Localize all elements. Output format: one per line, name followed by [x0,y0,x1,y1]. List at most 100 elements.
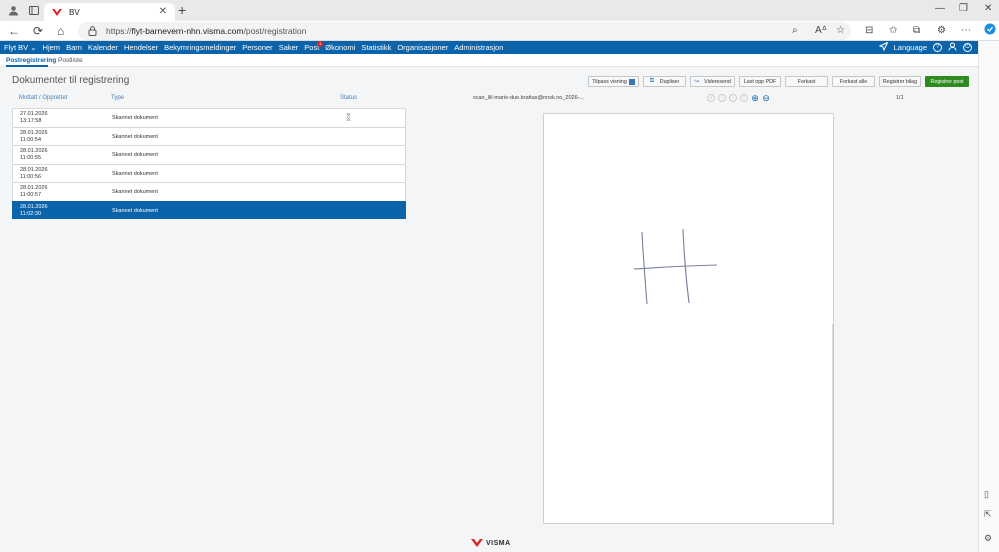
table-row[interactable]: 28.01.2026 11:00:55 Skannet dokument [12,145,406,164]
next-page-icon[interactable]: › [729,94,737,102]
forkast-alle-button[interactable]: Forkast alle [832,76,875,87]
document-filename: scan_lill-marie-due.brattas@nnsk.no_2026… [473,95,585,101]
tilpass-label: Tilpass visning [592,78,627,85]
tilpass-visning-button[interactable]: Tilpass visning [588,76,639,87]
nav-hendelser[interactable]: Hendelser [121,43,161,52]
dupliser-button[interactable]: ⧉ Dupliser [643,76,686,87]
row-date: 28.01.2026 [20,203,48,210]
collections-icon[interactable]: ⧉ [913,25,920,36]
browser-sidebar: ▯ ⇱ ⚙ [978,41,999,552]
table-row[interactable]: 27.01.2026 13:17:58 Skannet dokument [12,108,406,127]
zoom-in-icon[interactable]: ⊕ [751,94,759,103]
page-title: Dokumenter til registrering [12,75,130,86]
home-icon[interactable]: ⌂ [57,24,64,38]
back-icon[interactable]: ← [8,24,20,38]
rocket-icon[interactable] [878,41,889,53]
favorite-star-icon[interactable]: ☆ [836,25,845,36]
close-tab-icon[interactable]: ✕ [159,6,167,17]
lock-icon[interactable] [88,26,98,36]
registrer-bilag-label: Registrer bilag [882,78,918,85]
more-menu-icon[interactable]: ⋯ [961,25,971,36]
nav-saker[interactable]: Saker [276,43,302,52]
table-row[interactable]: 28.01.2026 11:00:54 Skannet dokument [12,126,406,145]
column-header-type[interactable]: Type [111,95,124,101]
forkast-button[interactable]: Forkast [785,76,828,87]
user-icon[interactable] [948,42,957,53]
first-page-icon[interactable]: « [707,94,715,102]
tab-postliste[interactable]: Postliste [58,57,83,64]
visma-logo: VISMA [471,539,511,547]
registrer-post-button[interactable]: Registrer post [925,76,969,87]
maximize-button[interactable]: ❐ [959,3,968,14]
help-icon[interactable]: ? [933,43,942,52]
reload-icon[interactable]: ⟳ [33,24,43,38]
sidebar-settings-icon[interactable]: ⚙ [984,533,992,544]
zoom-icon[interactable]: ⌕ [792,25,798,36]
extensions-icon[interactable]: ⚙ [937,25,946,36]
nav-hjem[interactable]: Hjem [40,43,64,52]
row-type: Skannet dokument [112,189,158,195]
nav-kalender[interactable]: Kalender [85,43,121,52]
row-type: Skannet dokument [112,152,158,158]
forkast-label: Forkast [797,78,816,85]
prev-page-icon[interactable]: ‹ [718,94,726,102]
last-page-icon[interactable]: » [740,94,748,102]
power-icon[interactable]: ⏻ [963,43,972,52]
copilot-icon[interactable] [984,23,996,38]
tab-postregistrering[interactable]: Postregistrering [6,57,56,64]
nav-statistikk[interactable]: Statistikk [358,43,394,52]
videresend-button[interactable]: ↪ Videresend [690,76,735,87]
row-time: 11:00:57 [20,192,42,198]
row-time: 11:02:30 [20,210,42,217]
column-header-mottatt[interactable]: Mottatt / Opprettet [19,95,67,101]
document-preview[interactable] [543,113,834,525]
registrer-post-label: Registrer post [930,78,964,85]
close-window-button[interactable]: ✕ [984,3,992,14]
browser-tab[interactable]: BV ✕ [44,3,175,21]
sub-nav: Postregistrering Postliste [0,54,978,67]
url-host: flyt-barnevern-nhn.visma.com [131,26,244,36]
nav-post[interactable]: Post 1 [301,41,324,52]
language-button[interactable]: Language [894,43,927,52]
minimize-button[interactable]: — [935,3,945,14]
active-tab-underline [6,65,48,67]
favorites-icon[interactable]: ✩ [889,25,897,36]
row-date: 28.01.2026 [20,185,48,191]
visma-wordmark: VISMA [486,539,511,547]
product-menu[interactable]: Flyt BV ⌄ [0,43,40,52]
row-date: 27.01.2026 [20,111,48,117]
table-row[interactable]: 28.01.2026 11:00:56 Skannet dokument [12,163,406,182]
nav-organisasjoner[interactable]: Organisasjoner [394,43,451,52]
registrer-bilag-button[interactable]: Registrer bilag [879,76,921,87]
nav-barn[interactable]: Barn [63,43,85,52]
row-time: 11:00:54 [20,136,42,143]
last-opp-pdf-button[interactable]: Last opp PDF [739,76,781,87]
nav-okonomi[interactable]: Økonomi [322,43,358,52]
row-type: Skannet dokument [112,170,158,177]
address-bar-row: ← ⟳ ⌂ https://flyt-barnevern-nhn.visma.c… [0,21,999,41]
app-nav-bar: Flyt BV ⌄ Hjem Barn Kalender Hendelser B… [0,41,978,54]
profile-icon[interactable] [6,4,20,17]
table-row-selected[interactable]: 28.01.2026 11:02:30 Skannet dokument [12,200,406,219]
nav-bekymringsmeldinger[interactable]: Bekymringsmeldinger [161,43,239,52]
table-row[interactable]: 28.01.2026 11:00:57 Skannet dokument [12,182,406,201]
url-path: /post/registration [243,26,307,36]
last-opp-label: Last opp PDF [743,78,777,85]
document-list: 27.01.2026 13:17:58 Skannet dokument 28.0… [12,108,406,219]
column-header-status[interactable]: Status [340,95,357,101]
hourglass-icon [346,113,351,121]
read-aloud-icon[interactable]: Aᐞ [815,25,827,36]
split-screen-icon[interactable]: ⊟ [865,25,873,36]
row-time: 11:00:56 [20,173,42,180]
nav-personer[interactable]: Personer [239,43,275,52]
zoom-out-icon[interactable]: ⊖ [762,94,770,103]
url-field[interactable]: https://flyt-barnevern-nhn.visma.com/pos… [78,22,851,40]
row-date: 28.01.2026 [20,166,48,173]
tab-actions-icon[interactable] [27,4,41,17]
sidebar-panel-icon[interactable]: ▯ [984,489,989,500]
nav-administrasjon[interactable]: Administrasjon [451,43,506,52]
new-tab-button[interactable]: + [178,2,186,18]
copy-icon: ⧉ [649,78,655,84]
viewer-tools: « ‹ › » ⊕ ⊖ [707,94,770,103]
sidebar-open-external-icon[interactable]: ⇱ [984,509,992,520]
